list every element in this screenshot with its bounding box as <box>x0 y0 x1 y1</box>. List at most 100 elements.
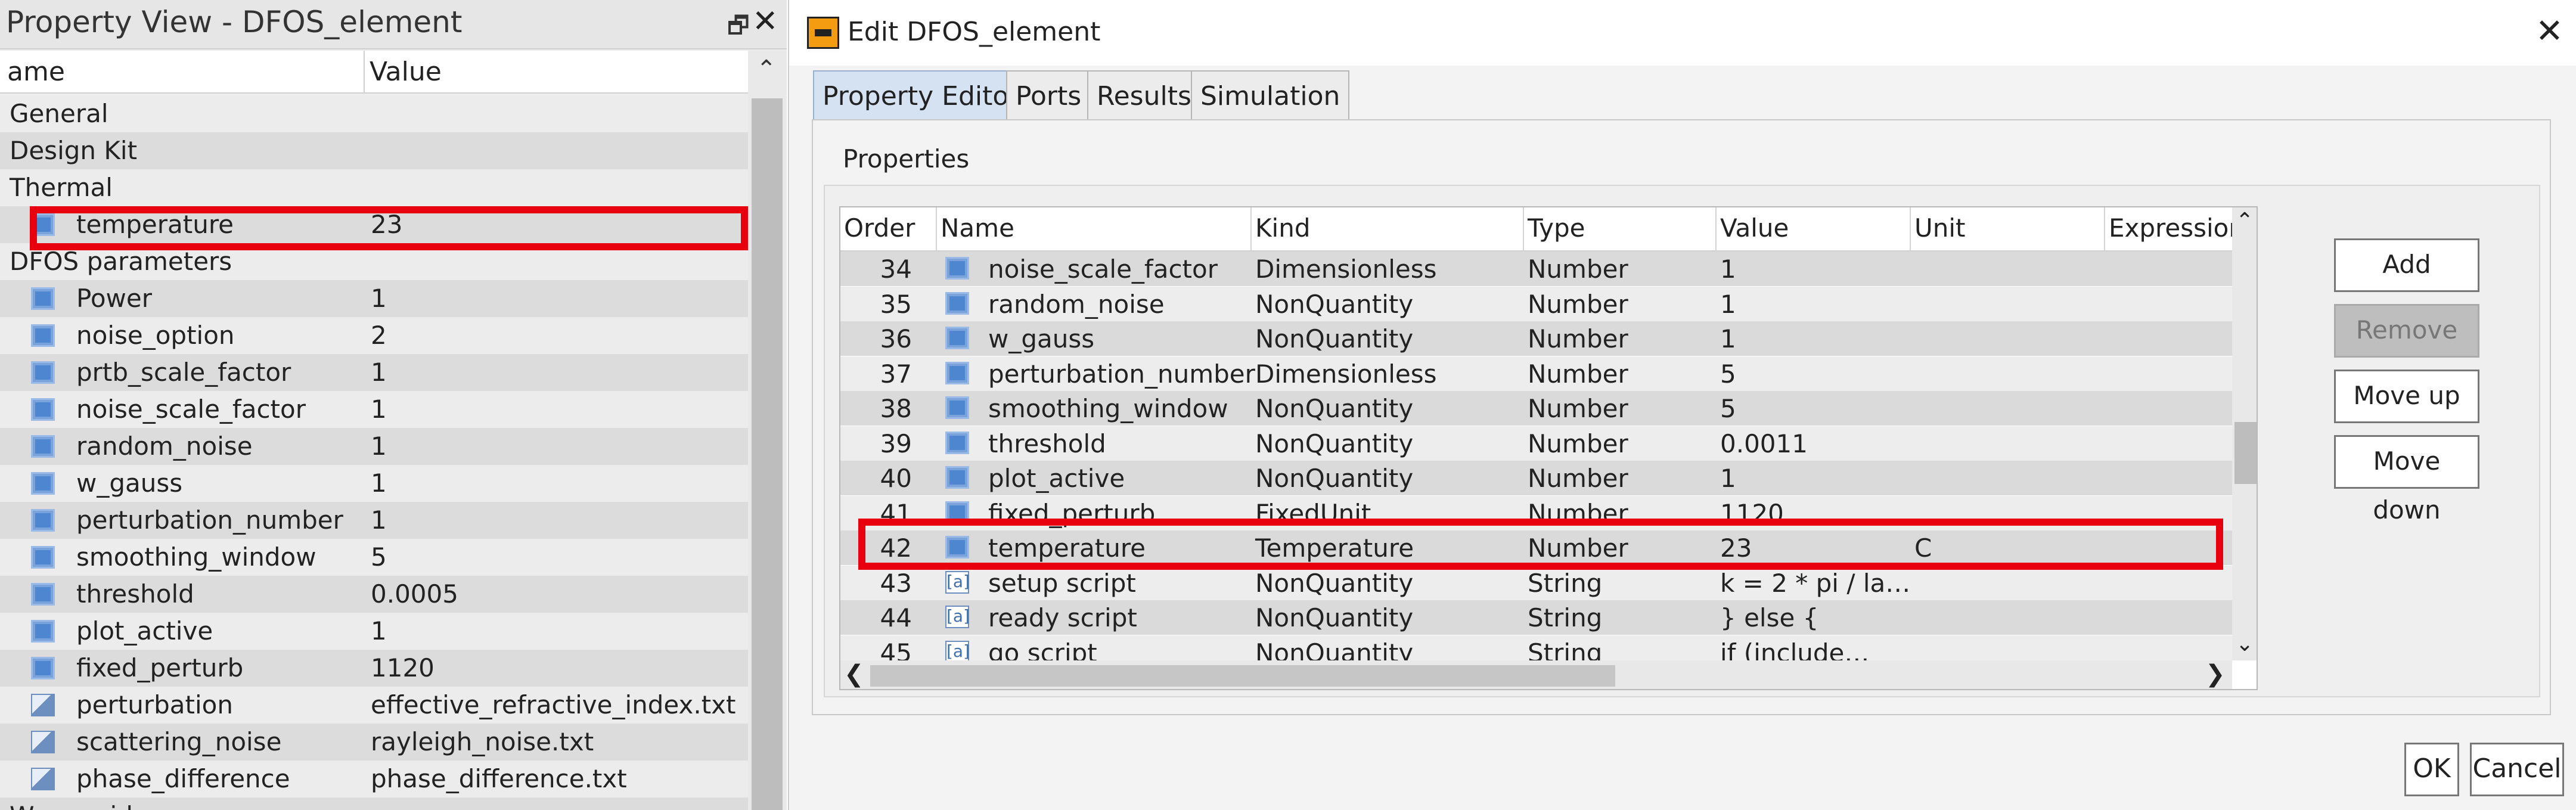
property-value[interactable]: 1 <box>371 616 387 645</box>
cell-unit: C <box>1914 533 1932 563</box>
string-property-icon: [a] <box>945 606 970 628</box>
column-header-name[interactable]: Name <box>941 213 1014 243</box>
number-property-icon <box>945 327 969 349</box>
cell-name: w_gauss <box>988 324 1095 353</box>
scroll-up-icon[interactable]: ⌃ <box>756 55 777 83</box>
property-name: phase_difference <box>76 764 290 793</box>
property-row[interactable]: smoothing_window 5 <box>0 539 748 576</box>
column-header-order[interactable]: Order <box>844 213 915 243</box>
property-value[interactable]: 23 <box>371 210 402 239</box>
property-group-row[interactable]: Waveguide <box>0 797 748 810</box>
table-vertical-scrollbar[interactable]: ⌃ ⌄ <box>2232 207 2257 660</box>
tab-results[interactable]: Results <box>1087 70 1201 120</box>
scroll-left-icon[interactable]: ❮ <box>844 660 864 688</box>
cell-name: threshold <box>988 429 1106 458</box>
number-property-icon <box>945 536 969 558</box>
column-header-unit[interactable]: Unit <box>1914 213 1966 243</box>
property-value[interactable]: 1 <box>371 432 387 461</box>
scroll-right-icon[interactable]: ❯ <box>2205 660 2226 688</box>
remove-button[interactable]: Remove <box>2334 304 2479 358</box>
move-up-button[interactable]: Move up <box>2334 370 2479 423</box>
property-name: DFOS parameters <box>10 247 232 276</box>
cell-name: noise_scale_factor <box>988 255 1218 284</box>
property-value[interactable]: 5 <box>371 542 387 572</box>
property-value[interactable]: 1 <box>371 395 387 424</box>
property-name: prtb_scale_factor <box>76 358 291 387</box>
property-row[interactable]: perturbation effective_refractive_index.t… <box>0 687 748 724</box>
cell-order: 41 <box>880 498 912 528</box>
add-button[interactable]: Add <box>2334 238 2479 292</box>
table-row[interactable]: 41 fixed_perturb FixedUnit Number 1120 <box>840 495 2232 530</box>
property-row[interactable]: temperature 23 <box>0 206 748 243</box>
property-row[interactable]: noise_option 2 <box>0 317 748 354</box>
table-row[interactable]: 43 setup script NonQuantity String k = 2 * p… <box>840 565 2232 600</box>
property-value[interactable]: 1 <box>371 505 387 535</box>
property-row[interactable]: w_gauss 1 <box>0 465 748 502</box>
table-horizontal-scrollbar[interactable]: ❮ ❯ <box>840 660 2232 689</box>
column-divider[interactable] <box>364 51 365 94</box>
property-row[interactable]: prtb_scale_factor 1 <box>0 354 748 391</box>
property-row[interactable]: noise_scale_factor 1 <box>0 391 748 428</box>
tab-simulation[interactable]: Simulation <box>1191 70 1350 120</box>
ok-button[interactable]: OK <box>2404 743 2459 796</box>
close-icon[interactable]: ✕ <box>2535 12 2563 51</box>
property-row[interactable]: fixed_perturb 1120 <box>0 650 748 687</box>
column-header-value[interactable]: Value <box>370 57 442 87</box>
property-value[interactable]: phase_difference.txt <box>371 764 627 793</box>
property-group-row[interactable]: DFOS parameters <box>0 243 748 280</box>
property-group-row[interactable]: Thermal <box>0 169 748 206</box>
property-view-title: Property View - DFOS_element <box>6 5 463 39</box>
number-property-icon <box>31 472 55 495</box>
property-value[interactable]: 1 <box>371 468 387 498</box>
scroll-down-icon[interactable]: ⌄ <box>2236 632 2254 656</box>
column-header-value[interactable]: Value <box>1720 213 1789 243</box>
cell-name: random_noise <box>988 289 1165 319</box>
scrollbar-thumb[interactable] <box>752 98 783 810</box>
property-row[interactable]: random_noise 1 <box>0 428 748 465</box>
move-down-button[interactable]: Move down <box>2334 435 2479 525</box>
table-row[interactable]: 42 temperature Temperature Number 23 C <box>840 530 2232 565</box>
scrollbar-thumb[interactable] <box>2234 422 2257 484</box>
table-row[interactable]: 39 threshold NonQuantity Number 0.0011 <box>840 426 2232 461</box>
table-row[interactable]: 37 perturbation_number Dimensionless Number… <box>840 356 2232 391</box>
table-row[interactable]: 34 noise_scale_factor Dimensionless Number 1 <box>840 252 2232 286</box>
property-group-row[interactable]: Design Kit <box>0 132 748 169</box>
column-header-name[interactable]: ame <box>7 57 65 87</box>
property-row[interactable]: plot_active 1 <box>0 613 748 650</box>
property-value[interactable]: 1 <box>371 284 387 313</box>
cell-kind: Dimensionless <box>1255 255 1437 284</box>
property-row[interactable]: Power 1 <box>0 280 748 317</box>
property-value[interactable]: 1120 <box>371 653 434 682</box>
number-property-icon <box>945 466 969 489</box>
property-view-scrollbar[interactable]: ⌃ <box>748 51 787 810</box>
table-row[interactable]: 36 w_gauss NonQuantity Number 1 <box>840 321 2232 356</box>
close-icon[interactable]: ✕ <box>752 4 778 39</box>
cell-kind: FixedUnit <box>1255 498 1371 528</box>
cancel-button[interactable]: Cancel <box>2470 743 2564 796</box>
restore-icon[interactable]: 🗗 <box>727 8 750 49</box>
property-value[interactable]: 2 <box>371 321 387 350</box>
tab-ports[interactable]: Ports <box>1006 70 1091 120</box>
table-row[interactable]: 40 plot_active NonQuantity Number 1 <box>840 461 2232 495</box>
table-row[interactable]: 44 ready script NonQuantity String} else {[… <box>840 600 2232 635</box>
table-row[interactable]: 38 smoothing_window NonQuantity Number 5 <box>840 391 2232 426</box>
cell-kind: NonQuantity <box>1255 394 1414 423</box>
table-row[interactable]: 35 random_noise NonQuantity Number 1 <box>840 286 2232 321</box>
property-row[interactable]: perturbation_number 1 <box>0 502 748 539</box>
property-group-row[interactable]: General <box>0 95 748 132</box>
property-value[interactable]: 0.0005 <box>371 579 458 609</box>
tab-property-editor[interactable]: Property Editor <box>813 70 1029 120</box>
property-value[interactable]: effective_refractive_index.txt <box>371 690 736 719</box>
property-value[interactable]: rayleigh_noise.txt <box>371 727 594 756</box>
property-row[interactable]: threshold 0.0005 <box>0 576 748 613</box>
column-header-kind[interactable]: Kind <box>1255 213 1311 243</box>
property-value[interactable]: 1 <box>371 358 387 387</box>
column-header-expression[interactable]: Expression <box>2109 213 2245 243</box>
scrollbar-thumb[interactable] <box>870 665 1615 687</box>
property-view-header: ame Value <box>0 51 748 94</box>
cell-kind: NonQuantity <box>1255 324 1414 353</box>
property-row[interactable]: phase_difference phase_difference.txt <box>0 761 748 797</box>
scroll-up-icon[interactable]: ⌃ <box>2236 209 2254 233</box>
column-header-type[interactable]: Type <box>1528 213 1585 243</box>
property-row[interactable]: scattering_noise rayleigh_noise.txt <box>0 724 748 761</box>
